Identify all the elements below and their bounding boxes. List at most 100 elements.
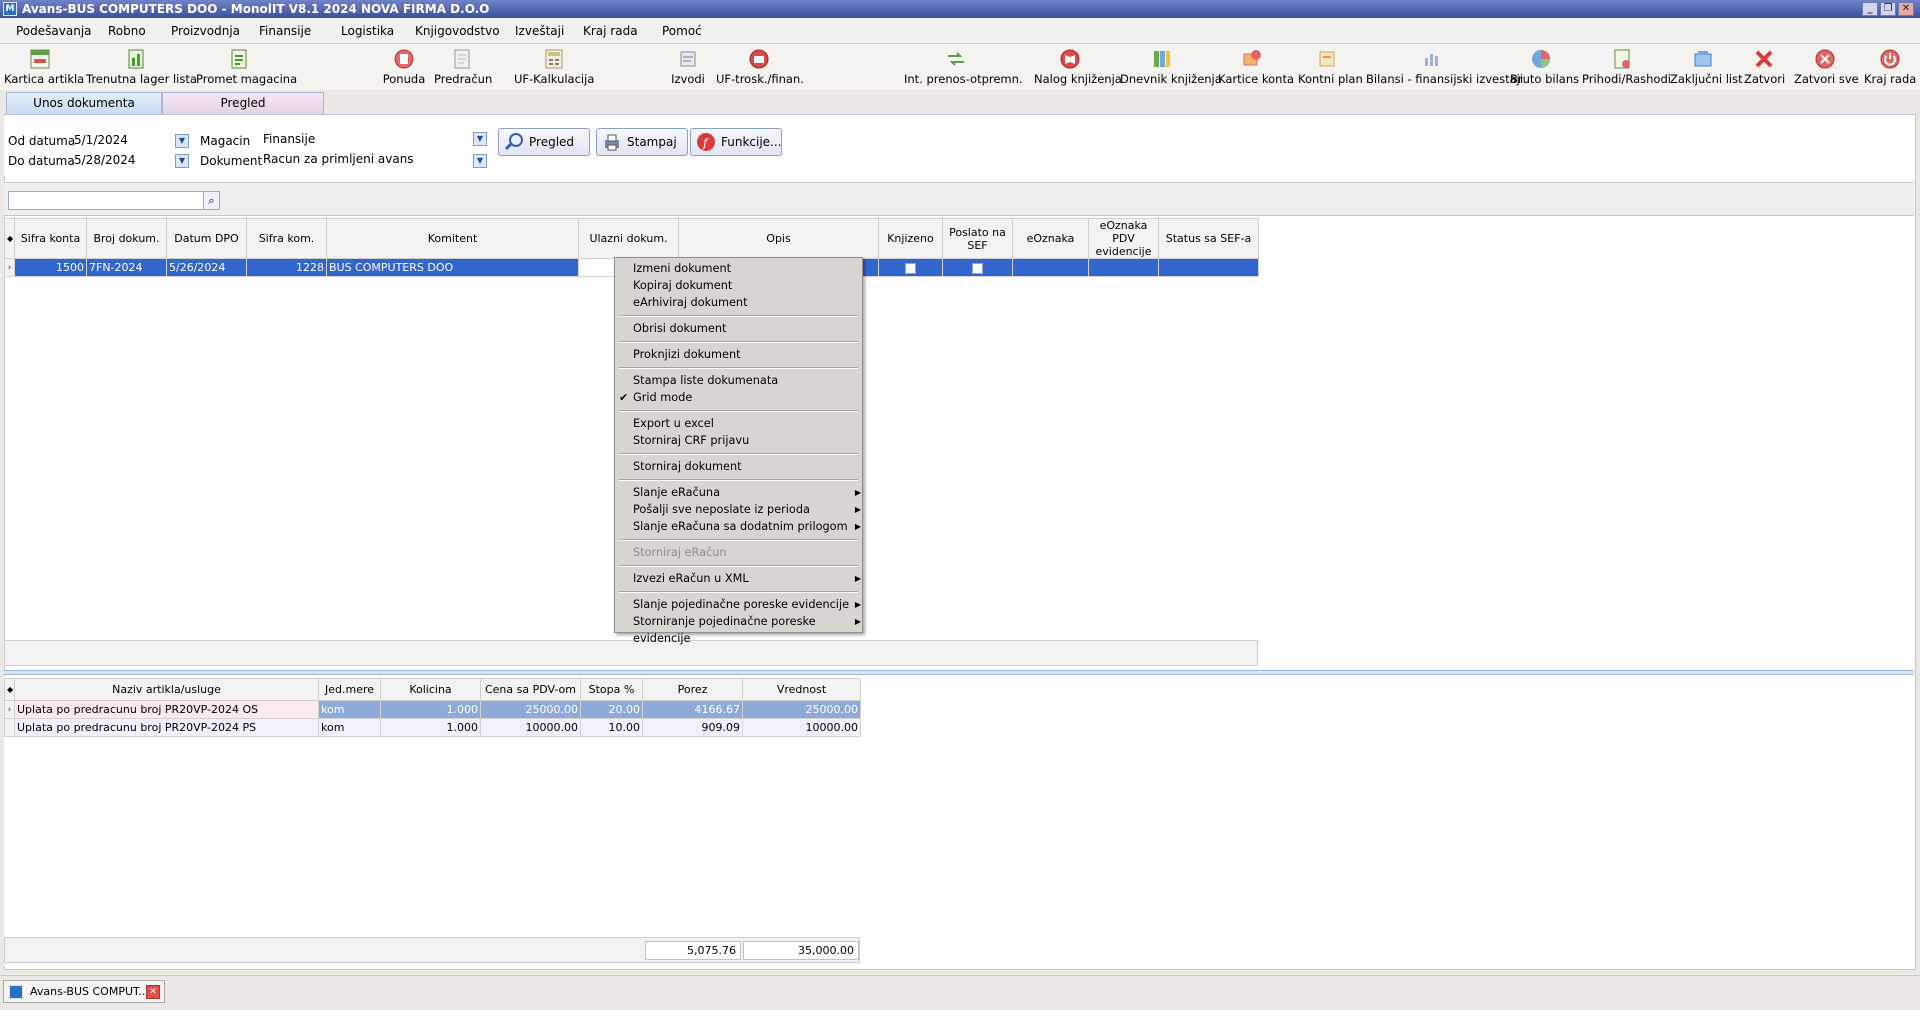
trenutna-lager-lista-button[interactable]: Trenutna lager lista (86, 48, 197, 92)
menu-item-earhiviraj-dokument[interactable]: eArhiviraj dokument (633, 294, 853, 311)
col-cena-sa-pdv[interactable]: Cena sa PDV-om (480, 678, 581, 701)
menu-knjigovodstvo[interactable]: Knjigovodstvo (415, 18, 500, 44)
menu-item-storniranje-poreske[interactable]: Storniranje pojedinačne poreske evidenci… (633, 613, 861, 645)
menu-item-slanje-eracuna[interactable]: Slanje eRačuna ▶ (633, 484, 861, 501)
od-datuma-field[interactable]: 5/1/2024 (74, 133, 128, 147)
cell-vrednost[interactable]: 25000.00 (742, 700, 861, 719)
col-vrednost[interactable]: Vrednost (742, 678, 861, 701)
col-porez[interactable]: Porez (642, 678, 743, 701)
menu-item-storniraj-crf[interactable]: Storniraj CRF prijavu (633, 432, 853, 449)
col-poslato-na-sef[interactable]: Poslato na SEF (942, 218, 1013, 259)
menu-item-slanje-poreske[interactable]: Slanje pojedinačne poreske evidencije ▶ (633, 596, 861, 613)
cell-jed-mere[interactable]: kom (318, 718, 381, 737)
dokument-dropdown[interactable]: ▼ (473, 154, 487, 168)
prihodi-rashodi-button[interactable]: Prihodi/Rashodi (1582, 48, 1671, 92)
cell-porez[interactable]: 4166.67 (642, 700, 743, 719)
od-datuma-dropdown[interactable]: ▼ (175, 134, 189, 148)
close-window-button[interactable]: ✕ (1898, 2, 1914, 16)
kartice-konta-button[interactable]: Kartice konta (1218, 48, 1294, 92)
zatvori-button[interactable]: Zatvori (1744, 48, 1785, 92)
col-eoznaka[interactable]: eOznaka (1012, 218, 1089, 259)
magacin-dropdown[interactable]: ▼ (473, 132, 487, 146)
menu-item-obrisi-dokument[interactable]: Obrisi dokument (633, 320, 853, 337)
menu-item-slanje-sa-prilogom[interactable]: Slanje eRačuna sa dodatnim prilogom ▶ (633, 518, 861, 535)
int-prenos-otpremn-button[interactable]: Int. prenos-otpremn. (904, 48, 1023, 92)
table-row[interactable]: Uplata po predracunu broj PR20VP-2024 PS… (4, 718, 861, 737)
restore-button[interactable]: ❐ (1880, 2, 1896, 16)
cell-cena[interactable]: 10000.00 (480, 718, 581, 737)
menu-item-storniraj-dokument[interactable]: Storniraj dokument (633, 458, 853, 475)
cell-vrednost[interactable]: 10000.00 (742, 718, 861, 737)
nalog-knjizenja-button[interactable]: Nalog knjiženja (1034, 48, 1122, 92)
cell-naziv[interactable]: Uplata po predracunu broj PR20VP-2024 OS (14, 700, 319, 719)
menu-logistika[interactable]: Logistika (341, 18, 394, 44)
tab-pregled[interactable]: Pregled (162, 92, 324, 114)
bruto-bilans-button[interactable]: Bruto bilans (1510, 48, 1579, 92)
poslato-checkbox[interactable] (972, 262, 983, 274)
table-row[interactable]: › Uplata po predracunu broj PR20VP-2024 … (4, 700, 861, 719)
menu-item-proknjizi-dokument[interactable]: Proknjizi dokument (633, 346, 853, 363)
menu-item-posalji-neposlate[interactable]: Pošalji sve neposlate iz perioda ▶ (633, 501, 861, 518)
col-knjizeno[interactable]: Knjizeno (878, 218, 943, 259)
cell-sifra-kom[interactable]: 1228 (246, 258, 327, 277)
cell-jed-mere[interactable]: kom (318, 700, 381, 719)
kartica-artikla-button[interactable]: Kartica artikla (4, 48, 84, 92)
do-datuma-field[interactable]: 5/28/2024 (74, 153, 136, 167)
uf-trosk-finan-button[interactable]: UF-trosk./finan. (716, 48, 804, 92)
cell-stopa[interactable]: 20.00 (580, 700, 643, 719)
col-stopa[interactable]: Stopa % (580, 678, 643, 701)
cell-naziv[interactable]: Uplata po predracunu broj PR20VP-2024 PS (14, 718, 319, 737)
col-sifra-konta[interactable]: Sifra konta (14, 218, 87, 259)
zakljucni-list-button[interactable]: Zaključni list (1670, 48, 1743, 92)
cell-status-sef[interactable] (1158, 258, 1259, 277)
col-naziv-artikla[interactable]: Naziv artikla/usluge (14, 678, 319, 701)
menu-item-stampa-liste[interactable]: Stampa liste dokumenata (633, 372, 853, 389)
cell-cena[interactable]: 25000.00 (480, 700, 581, 719)
cell-datum-dpo[interactable]: 5/26/2024 (166, 258, 247, 277)
zatvori-sve-button[interactable]: Zatvori sve (1794, 48, 1859, 92)
funkcije-button[interactable]: f Funkcije... (690, 128, 782, 156)
do-datuma-dropdown[interactable]: ▼ (175, 154, 189, 168)
col-jed-mere[interactable]: Jed.mere (318, 678, 381, 701)
search-input[interactable] (8, 191, 204, 210)
splitter-handle[interactable] (4, 670, 1914, 675)
cell-kolicina[interactable]: 1.000 (380, 700, 481, 719)
menu-izvestaji[interactable]: Izveštaji (515, 18, 564, 44)
col-kolicina[interactable]: Kolicina (380, 678, 481, 701)
menu-proizvodnja[interactable]: Proizvodnja (171, 18, 240, 44)
cell-porez[interactable]: 909.09 (642, 718, 743, 737)
cell-stopa[interactable]: 10.00 (580, 718, 643, 737)
kraj-rada-button[interactable]: Kraj rada (1864, 48, 1916, 92)
dokument-field[interactable]: Racun za primljeni avans (263, 152, 414, 166)
cell-komitent[interactable]: BUS COMPUTERS DOO (326, 258, 579, 277)
knjizeno-checkbox[interactable] (905, 262, 916, 274)
promet-magacina-button[interactable]: Promet magacina (196, 48, 297, 92)
close-tab-icon[interactable]: ✕ (146, 985, 160, 999)
izvodi-button[interactable]: Izvodi (668, 48, 708, 92)
ponuda-button[interactable]: Ponuda (382, 48, 426, 92)
cell-broj-dokum[interactable]: 7FN-2024 (86, 258, 167, 277)
stampaj-button[interactable]: Stampaj (596, 128, 688, 156)
menu-item-export-excel[interactable]: Export u excel (633, 415, 853, 432)
col-status-sef[interactable]: Status sa SEF-a (1158, 218, 1259, 259)
search-icon[interactable]: ⌕ (203, 191, 220, 210)
minimize-button[interactable]: _ (1862, 2, 1878, 16)
cell-eoznaka[interactable] (1012, 258, 1089, 277)
menu-kraj-rada[interactable]: Kraj rada (583, 18, 638, 44)
col-ulazni-dokum[interactable]: Ulazni dokum. (578, 218, 679, 259)
predracun-button[interactable]: Predračun (434, 48, 492, 92)
tab-unos-dokumenta[interactable]: Unos dokumenta (6, 92, 162, 114)
menu-item-izmeni-dokument[interactable]: Izmeni dokument (633, 260, 853, 277)
col-eoznaka-pdv[interactable]: eOznaka PDV evidencije (1088, 218, 1159, 259)
cell-sifra-konta[interactable]: 1500 (14, 258, 87, 277)
col-sifra-kom[interactable]: Sifra kom. (246, 218, 327, 259)
menu-pomoc[interactable]: Pomoć (662, 18, 702, 44)
pregled-button[interactable]: Pregled (498, 128, 590, 156)
menu-item-grid-mode[interactable]: ✔ Grid mode (619, 389, 853, 406)
cell-eoznaka-pdv[interactable] (1088, 258, 1159, 277)
cell-knjizeno[interactable] (878, 258, 943, 277)
menu-robno[interactable]: Robno (108, 18, 146, 44)
uf-kalkulacija-button[interactable]: UF-Kalkulacija (514, 48, 594, 92)
col-komitent[interactable]: Komitent (326, 218, 579, 259)
col-opis[interactable]: Opis (678, 218, 879, 259)
